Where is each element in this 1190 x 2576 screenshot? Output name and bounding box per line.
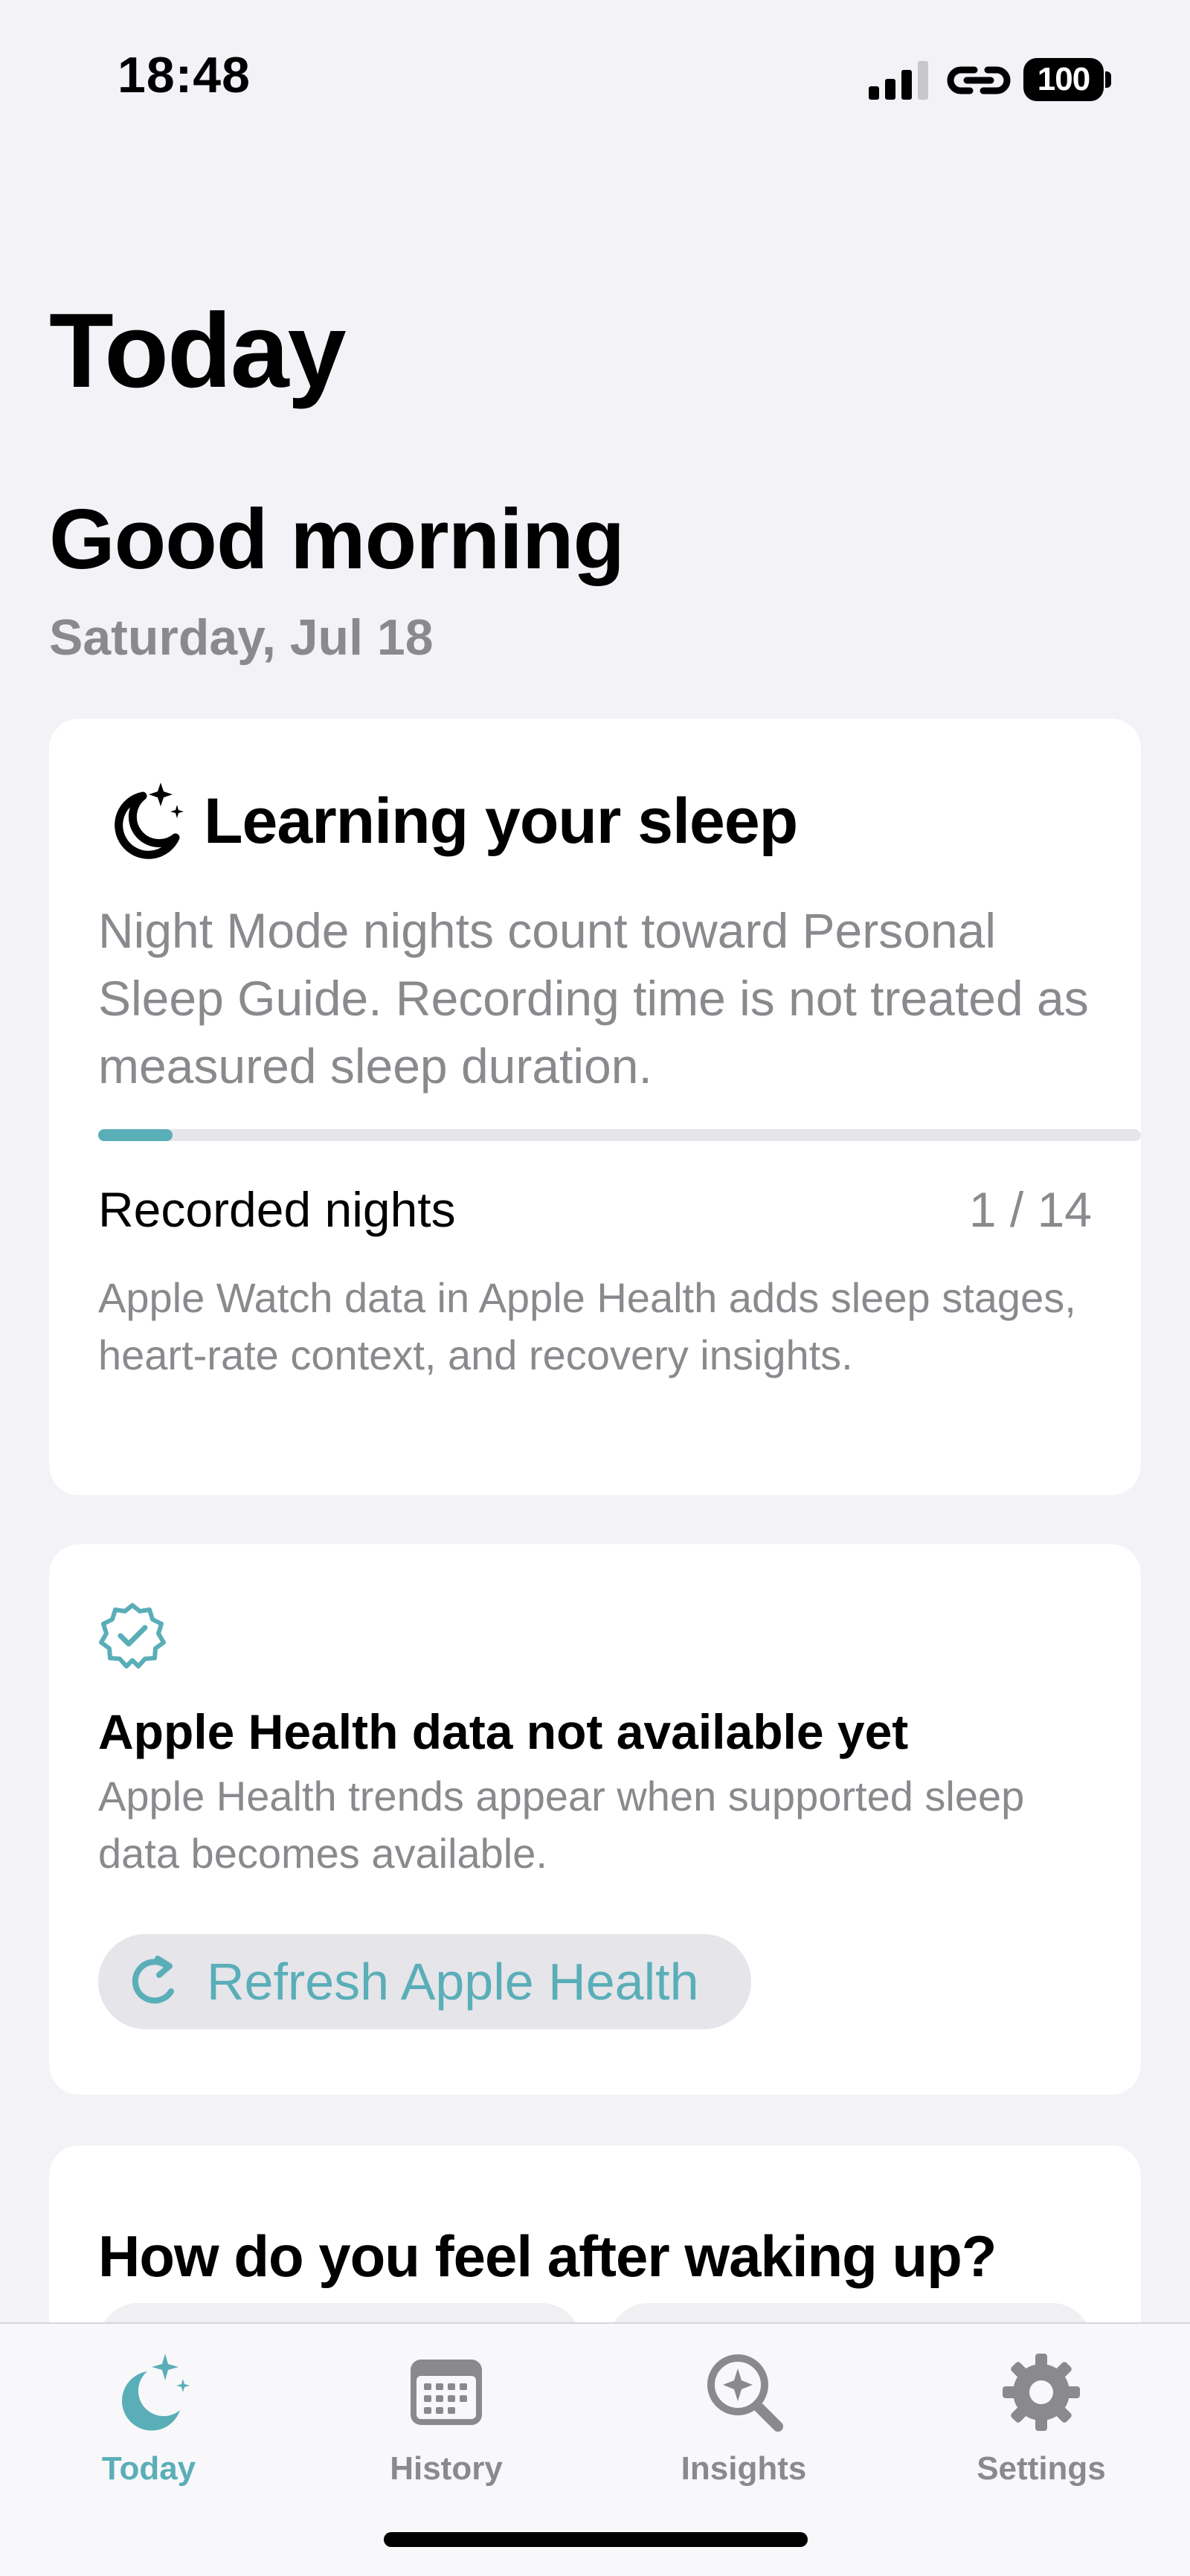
tab-history[interactable]: History bbox=[298, 2339, 595, 2487]
wake-feeling-title: How do you feel after waking up? bbox=[98, 2223, 997, 2289]
current-date: Saturday, Jul 18 bbox=[49, 609, 434, 666]
battery-level: 100 bbox=[1037, 61, 1090, 97]
sparkle-search-icon bbox=[707, 2354, 783, 2432]
recorded-nights-progress bbox=[98, 1129, 1141, 1141]
checkmark-seal-icon bbox=[99, 1603, 166, 1668]
sleep-card-header: Learning your sleep bbox=[104, 777, 798, 866]
refresh-apple-health-button[interactable]: Refresh Apple Health bbox=[98, 1934, 751, 2029]
tab-history-label: History bbox=[390, 2450, 503, 2487]
moon-stars-icon bbox=[115, 783, 184, 859]
apple-watch-note: Apple Watch data in Apple Health adds sl… bbox=[98, 1274, 1076, 1378]
tab-insights[interactable]: Insights bbox=[595, 2339, 892, 2487]
health-card-title: Apple Health data not available yet bbox=[98, 1704, 909, 1759]
tab-insights-label: Insights bbox=[681, 2450, 807, 2487]
status-bar: 18:48 100 bbox=[0, 0, 1190, 149]
sleep-card-description: Night Mode nights count toward Personal … bbox=[98, 903, 1089, 1093]
health-card-description: Apple Health trends appear when supporte… bbox=[98, 1773, 1025, 1877]
tab-settings[interactable]: Settings bbox=[892, 2339, 1190, 2487]
tab-settings-label: Settings bbox=[977, 2450, 1106, 2487]
status-time: 18:48 bbox=[118, 47, 251, 103]
sleep-card-title: Learning your sleep bbox=[204, 785, 798, 857]
screen: 18:48 100 Today Good morning Saturday, J… bbox=[0, 0, 1190, 2576]
refresh-icon bbox=[132, 1956, 174, 2004]
cellular-signal-icon bbox=[869, 61, 928, 100]
tab-today-label: Today bbox=[101, 2450, 196, 2487]
battery-icon: 100 bbox=[1023, 58, 1111, 101]
gear-icon bbox=[1003, 2354, 1080, 2431]
recorded-nights-value: 1 / 14 bbox=[968, 1182, 1092, 1237]
link-icon bbox=[947, 66, 1011, 94]
progress-fill bbox=[98, 1129, 173, 1141]
sleep-learning-card: Learning your sleep Night Mode nights co… bbox=[49, 719, 1141, 1495]
greeting-heading: Good morning bbox=[49, 492, 625, 587]
apple-health-card: Apple Health data not available yet Appl… bbox=[49, 1544, 1141, 2095]
calendar-icon bbox=[411, 2360, 482, 2425]
recorded-nights-label: Recorded nights bbox=[98, 1182, 456, 1237]
moon-stars-icon bbox=[121, 2354, 190, 2431]
tab-today[interactable]: Today bbox=[0, 2339, 298, 2487]
refresh-button-label: Refresh Apple Health bbox=[207, 1953, 699, 2011]
page-title: Today bbox=[49, 292, 347, 410]
home-indicator bbox=[384, 2532, 808, 2547]
